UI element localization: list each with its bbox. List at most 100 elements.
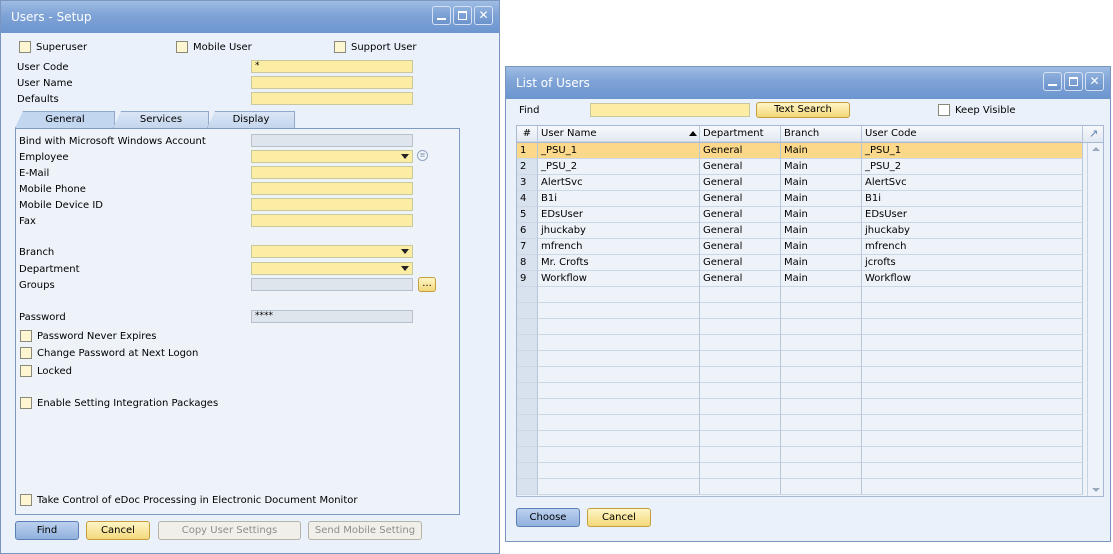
change-pwd-checkbox[interactable]	[20, 347, 32, 359]
empty-table-row[interactable]	[517, 367, 1083, 383]
column-header-branch[interactable]: Branch	[781, 126, 862, 142]
minimize-icon[interactable]	[432, 6, 451, 25]
take-control-edoc-checkbox[interactable]	[20, 494, 32, 506]
close-icon[interactable]: ✕	[474, 6, 493, 25]
empty-table-row[interactable]	[517, 399, 1083, 415]
fax-field[interactable]	[251, 214, 413, 227]
cell-number	[517, 399, 538, 415]
cell-user-name: Workflow	[538, 271, 700, 287]
groups-field[interactable]	[251, 278, 413, 291]
column-header-user-name[interactable]: User Name	[538, 126, 700, 142]
cell-branch	[781, 399, 862, 415]
superuser-checkbox[interactable]	[19, 41, 31, 53]
expand-grid-icon[interactable]: ↗	[1089, 128, 1100, 139]
text-search-button[interactable]: Text Search	[756, 102, 850, 118]
cell-user-name	[538, 399, 700, 415]
table-row[interactable]: 1 _PSU_1 General Main _PSU_1	[517, 143, 1083, 159]
mobile-phone-field[interactable]	[251, 182, 413, 195]
close-icon[interactable]: ✕	[1085, 72, 1104, 91]
cell-number	[517, 319, 538, 335]
empty-table-row[interactable]	[517, 463, 1083, 479]
cell-user-name	[538, 287, 700, 303]
table-row[interactable]: 5 EDsUser General Main EDsUser	[517, 207, 1083, 223]
cancel-button[interactable]: Cancel	[587, 508, 651, 527]
chevron-down-icon	[401, 249, 409, 254]
groups-browse-button[interactable]: ...	[418, 277, 436, 292]
department-dropdown[interactable]	[251, 262, 413, 275]
choose-button[interactable]: Choose	[516, 508, 580, 527]
tab-display[interactable]: Display	[207, 111, 295, 128]
column-header-user-code[interactable]: User Code	[862, 126, 1083, 142]
cell-department: General	[700, 239, 781, 255]
locked-checkbox[interactable]	[20, 365, 32, 377]
maximize-icon[interactable]	[1064, 72, 1083, 91]
cell-number	[517, 479, 538, 495]
tab-general[interactable]: General	[15, 111, 115, 128]
users-setup-titlebar[interactable]: Users - Setup ✕	[1, 1, 499, 33]
branch-dropdown[interactable]	[251, 245, 413, 258]
table-row[interactable]: 3 AlertSvc General Main AlertSvc	[517, 175, 1083, 191]
bind-ms-account-field[interactable]	[251, 134, 413, 147]
support-user-label: Support User	[351, 42, 417, 53]
empty-table-row[interactable]	[517, 415, 1083, 431]
cell-user-name	[538, 367, 700, 383]
table-row[interactable]: 9 Workflow General Main Workflow	[517, 271, 1083, 287]
user-name-label: User Name	[17, 78, 73, 89]
mobile-device-id-field[interactable]	[251, 198, 413, 211]
grid-header: # User Name Department Branch User Code …	[517, 126, 1103, 143]
list-of-users-titlebar[interactable]: List of Users ✕	[506, 67, 1110, 99]
copy-user-settings-button[interactable]: Copy User Settings	[158, 521, 301, 540]
groups-label: Groups	[19, 280, 55, 291]
mobile-user-checkbox[interactable]	[176, 41, 188, 53]
table-row[interactable]: 2 _PSU_2 General Main _PSU_2	[517, 159, 1083, 175]
tab-services[interactable]: Services	[113, 111, 209, 128]
find-input[interactable]	[590, 103, 750, 117]
minimize-icon[interactable]	[1043, 72, 1062, 91]
table-row[interactable]: 7 mfrench General Main mfrench	[517, 239, 1083, 255]
window-title: Users - Setup	[11, 10, 92, 24]
maximize-icon[interactable]	[453, 6, 472, 25]
column-header-department[interactable]: Department	[700, 126, 781, 142]
cell-number: 2	[517, 159, 538, 175]
cell-number: 6	[517, 223, 538, 239]
empty-table-row[interactable]	[517, 319, 1083, 335]
employee-dropdown[interactable]	[251, 150, 413, 163]
table-row[interactable]: 4 B1i General Main B1i	[517, 191, 1083, 207]
table-row[interactable]: 8 Mr. Crofts General Main jcrofts	[517, 255, 1083, 271]
table-row[interactable]: 6 jhuckaby General Main jhuckaby	[517, 223, 1083, 239]
empty-table-row[interactable]	[517, 351, 1083, 367]
cell-department	[700, 335, 781, 351]
pwd-never-expires-checkbox[interactable]	[20, 330, 32, 342]
empty-table-row[interactable]	[517, 447, 1083, 463]
empty-table-row[interactable]	[517, 287, 1083, 303]
empty-table-row[interactable]	[517, 479, 1083, 495]
vertical-scrollbar[interactable]	[1087, 143, 1103, 496]
list-lines-icon[interactable]: ≡	[417, 150, 428, 161]
cancel-button[interactable]: Cancel	[86, 521, 150, 540]
cell-user-name: _PSU_2	[538, 159, 700, 175]
empty-table-row[interactable]	[517, 383, 1083, 399]
email-field[interactable]	[251, 166, 413, 179]
enable-integration-checkbox[interactable]	[20, 397, 32, 409]
empty-table-row[interactable]	[517, 431, 1083, 447]
list-of-users-window: List of Users ✕ Find Text Search Keep Vi…	[505, 66, 1111, 542]
cell-user-code: Workflow	[862, 271, 1083, 287]
email-label: E-Mail	[19, 168, 50, 179]
user-name-field[interactable]	[251, 76, 413, 89]
defaults-field[interactable]	[251, 92, 413, 105]
password-field[interactable]: ****	[251, 310, 413, 323]
scroll-up-icon[interactable]	[1092, 147, 1100, 151]
superuser-label: Superuser	[36, 42, 88, 53]
empty-table-row[interactable]	[517, 303, 1083, 319]
cell-user-name: EDsUser	[538, 207, 700, 223]
cell-department	[700, 399, 781, 415]
find-button[interactable]: Find	[15, 521, 79, 540]
column-header-number[interactable]: #	[517, 126, 538, 142]
user-code-field[interactable]: *	[251, 60, 413, 73]
send-mobile-setting-button[interactable]: Send Mobile Setting	[308, 521, 422, 540]
support-user-checkbox[interactable]	[334, 41, 346, 53]
empty-table-row[interactable]	[517, 335, 1083, 351]
keep-visible-checkbox[interactable]	[938, 104, 950, 116]
scroll-down-icon[interactable]	[1092, 488, 1100, 492]
cell-user-code: _PSU_2	[862, 159, 1083, 175]
